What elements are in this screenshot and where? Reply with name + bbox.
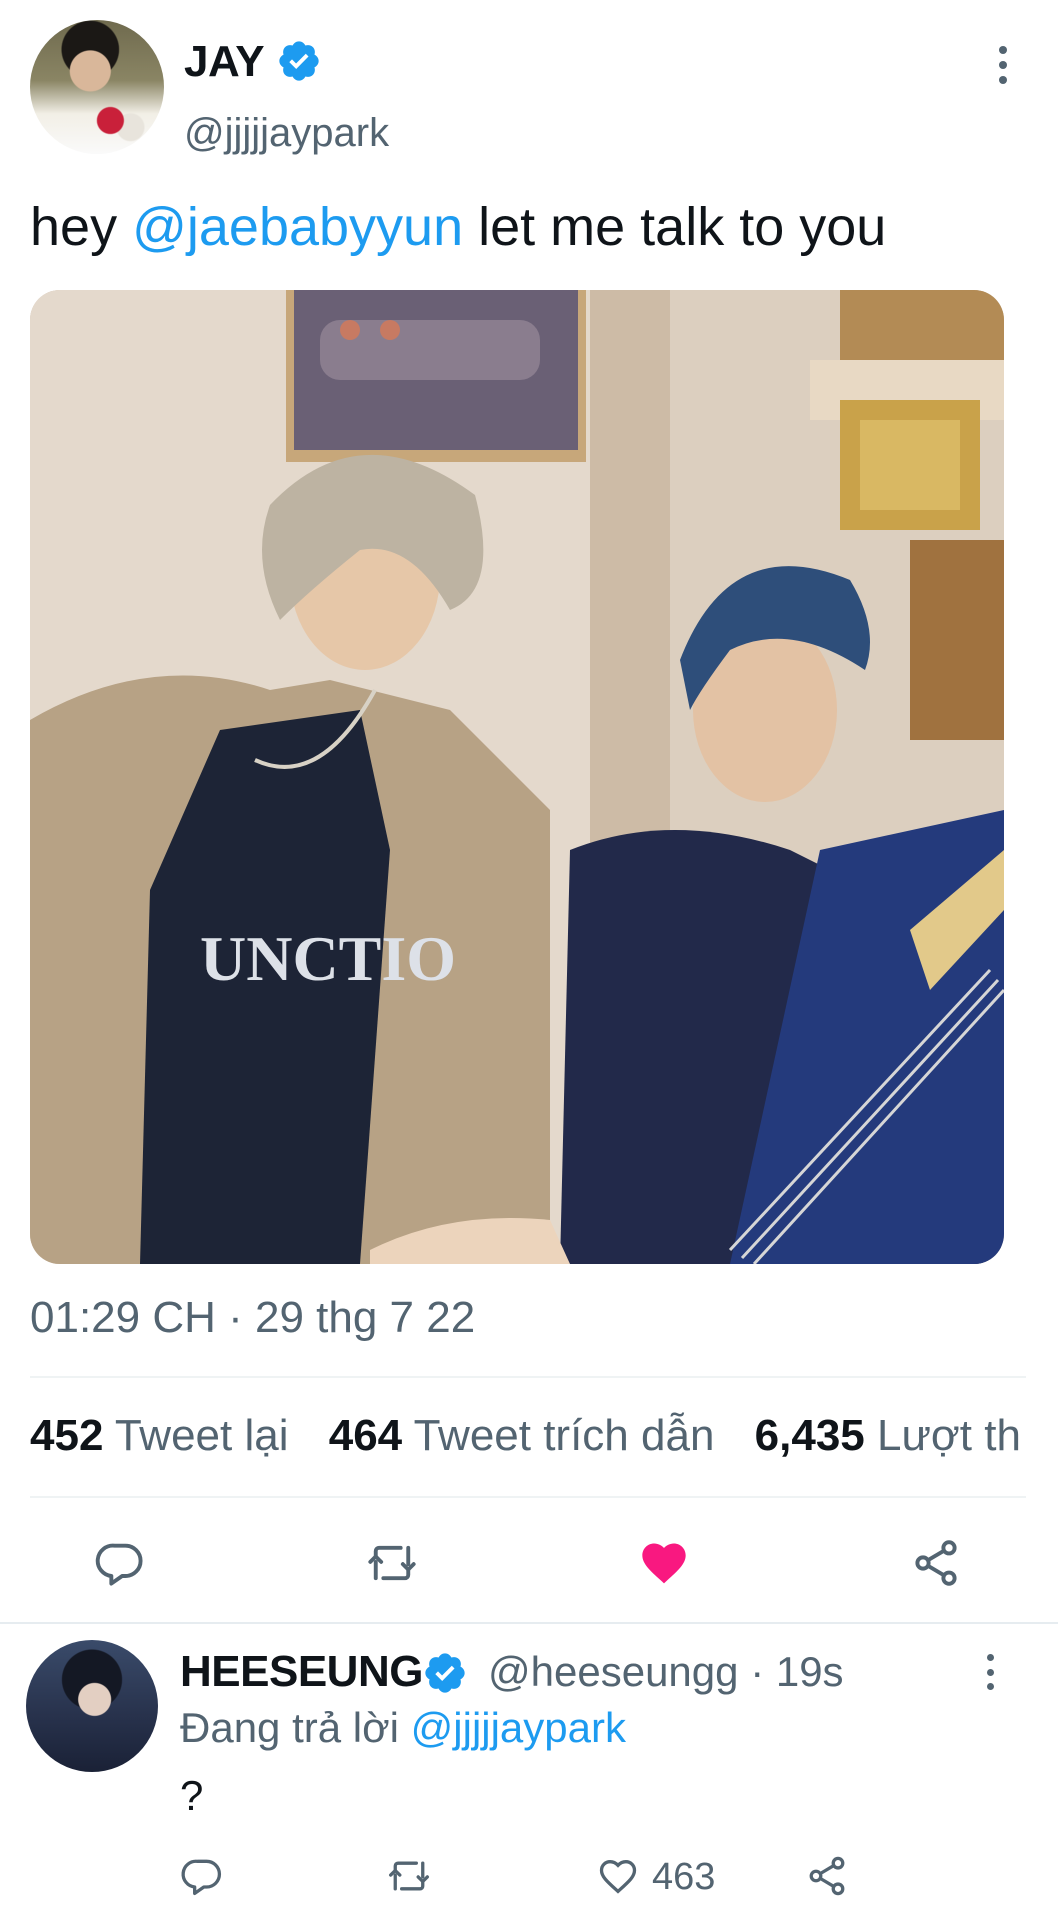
tweet-photo[interactable]: UNCTIO (30, 290, 1004, 1264)
reply-meta: @heeseungg · 19s (488, 1644, 844, 1700)
retweets-stat[interactable]: 452 Tweet lại (30, 1411, 289, 1460)
reply-time[interactable]: · 19s (750, 1648, 843, 1695)
quotes-stat[interactable]: 464 Tweet trích dẫn (329, 1411, 715, 1460)
more-options-button[interactable] (990, 42, 1016, 88)
more-dot (986, 1683, 994, 1690)
retweet-icon[interactable] (366, 1537, 418, 1589)
section-separator (0, 1622, 1058, 1624)
shirt-print: UNCTIO (200, 923, 456, 994)
author-display-name[interactable]: JAY (184, 34, 265, 90)
reply-action-bar (0, 1848, 1058, 1904)
more-vertical-icon (986, 1654, 994, 1661)
likes-label: Lượt th (877, 1411, 1021, 1460)
retweets-count: 452 (30, 1411, 104, 1460)
retweet-icon[interactable] (387, 1854, 431, 1898)
more-dot (986, 1668, 994, 1676)
retweets-label: Tweet lại (114, 1411, 289, 1460)
divider (30, 1496, 1026, 1498)
quotes-label: Tweet trích dẫn (413, 1411, 715, 1460)
likes-stat[interactable]: 6,435 Lượt th (755, 1411, 1021, 1460)
author-avatar[interactable] (30, 20, 164, 154)
photo-illustration: UNCTIO (30, 290, 1004, 1264)
replying-to: Đang trả lời @jjjjjaypark (180, 1700, 626, 1756)
share-icon[interactable] (910, 1537, 962, 1589)
verified-badge-icon (279, 41, 319, 81)
quotes-count: 464 (328, 1411, 403, 1460)
tweet-action-bar (0, 1525, 1058, 1597)
replying-to-prefix: Đang trả lời (180, 1704, 411, 1751)
reply-author-avatar[interactable] (26, 1640, 158, 1772)
reply-more-options-button[interactable] (977, 1650, 1003, 1694)
tweet-text-after: let me talk to you (463, 197, 887, 257)
tweet-timestamp[interactable]: 01:29 CH · 29 thg 7 22 (30, 1290, 475, 1346)
reply-author-display-name[interactable]: HEESEUNG (180, 1644, 423, 1700)
divider (30, 1376, 1026, 1378)
more-vertical-icon (999, 46, 1007, 54)
verified-badge-icon (425, 1653, 465, 1693)
likes-count: 6,435 (754, 1411, 865, 1460)
tweet-text: hey @jaebabyyun let me talk to you (30, 194, 886, 260)
reply-like-count: 463 (652, 1856, 716, 1898)
replying-to-mention[interactable]: @jjjjjaypark (411, 1704, 626, 1751)
heart-icon[interactable] (638, 1537, 690, 1589)
reply-icon[interactable] (94, 1537, 146, 1589)
share-icon[interactable] (805, 1854, 849, 1898)
reply-author-handle[interactable]: @heeseungg (488, 1648, 739, 1695)
tweet-mention-link[interactable]: @jaebabyyun (132, 197, 463, 257)
reply-text: ? (180, 1772, 204, 1819)
heart-outline-icon[interactable] (596, 1854, 640, 1898)
tweet-stats: 452 Tweet lại 464 Tweet trích dẫn 6,435 … (30, 1408, 1049, 1464)
author-handle[interactable]: @jjjjjaypark (184, 108, 389, 158)
more-dot (999, 76, 1007, 84)
more-dot (999, 61, 1007, 69)
reply-icon[interactable] (180, 1854, 224, 1898)
tweet-text-before: hey (30, 197, 133, 257)
